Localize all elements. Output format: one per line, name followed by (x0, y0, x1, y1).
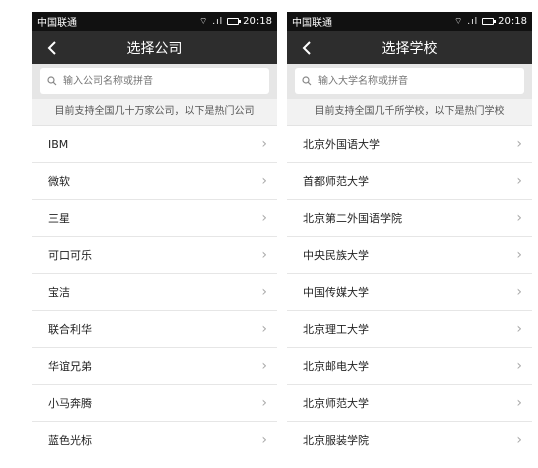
company-list: IBM › 微软 › 三星 › 可口可乐 › 宝洁 › 联合利华 › 华谊兄弟 › 小马奔腾 ›… (32, 126, 277, 457)
chevron-right-icon: › (516, 210, 522, 226)
list-item[interactable]: 北京第二外国语学院 › (287, 200, 532, 237)
list-item[interactable]: 北京邮电大学 › (287, 348, 532, 385)
chevron-right-icon: › (261, 395, 267, 411)
page-title: 选择学校 (381, 40, 438, 57)
chevron-right-icon: › (261, 136, 267, 152)
search-area (32, 64, 277, 99)
hint-text: 目前支持全国几十万家公司，以下是热门公司 (32, 99, 277, 126)
chevron-right-icon: › (261, 210, 267, 226)
list-item[interactable]: 华谊兄弟 › (32, 348, 277, 385)
chevron-right-icon: › (516, 432, 522, 448)
chevron-right-icon: › (516, 284, 522, 300)
status-bar: 中国联通 ⌔ .ıl 20:18 (287, 12, 532, 31)
search-box[interactable] (295, 68, 524, 94)
list-item[interactable]: 首都师范大学 › (287, 163, 532, 200)
chevron-right-icon: › (516, 247, 522, 263)
list-item[interactable]: 北京服装学院 › (287, 422, 532, 457)
search-icon (47, 76, 57, 86)
list-item[interactable]: 三星 › (32, 200, 277, 237)
list-item[interactable]: 可口可乐 › (32, 237, 277, 274)
list-item[interactable]: IBM › (32, 126, 277, 163)
company-selection-screen: 中国联通 ⌔ .ıl 20:18 选择公司 目前支持全国几十万家公司，以下是热门… (32, 12, 277, 457)
school-list: 北京外国语大学 › 首都师范大学 › 北京第二外国语学院 › 中央民族大学 › 中国传媒… (287, 126, 532, 457)
clock-label: 20:18 (243, 16, 272, 27)
list-item[interactable]: 微软 › (32, 163, 277, 200)
chevron-right-icon: › (261, 321, 267, 337)
chevron-right-icon: › (516, 173, 522, 189)
carrier-label: 中国联通 (292, 18, 332, 29)
chevron-right-icon: › (516, 395, 522, 411)
battery-icon (227, 18, 242, 25)
chevron-right-icon: › (516, 136, 522, 152)
list-item[interactable]: 联合利华 › (32, 311, 277, 348)
search-area (287, 64, 532, 99)
clock-label: 20:18 (498, 16, 527, 27)
list-item[interactable]: 中央民族大学 › (287, 237, 532, 274)
chevron-right-icon: › (261, 247, 267, 263)
chevron-right-icon: › (261, 432, 267, 448)
chevron-right-icon: › (261, 284, 267, 300)
signal-icon: ⌔ .ıl (198, 17, 224, 27)
list-item[interactable]: 北京师范大学 › (287, 385, 532, 422)
signal-icon: ⌔ .ıl (453, 17, 479, 27)
status-bar: 中国联通 ⌔ .ıl 20:18 (32, 12, 277, 31)
page-title: 选择公司 (126, 40, 183, 57)
list-item[interactable]: 中国传媒大学 › (287, 274, 532, 311)
chevron-right-icon: › (516, 321, 522, 337)
list-item[interactable]: 小马奔腾 › (32, 385, 277, 422)
chevron-left-icon (47, 40, 56, 55)
chevron-right-icon: › (261, 358, 267, 374)
company-search-input[interactable] (61, 74, 265, 88)
list-item[interactable]: 北京理工大学 › (287, 311, 532, 348)
chevron-right-icon: › (516, 358, 522, 374)
back-button[interactable] (40, 31, 64, 64)
battery-icon (482, 18, 497, 25)
list-item[interactable]: 北京外国语大学 › (287, 126, 532, 163)
back-button[interactable] (295, 31, 319, 64)
chevron-left-icon (302, 40, 311, 55)
school-search-input[interactable] (316, 74, 520, 88)
carrier-label: 中国联通 (37, 18, 77, 29)
search-box[interactable] (40, 68, 269, 94)
list-item[interactable]: 宝洁 › (32, 274, 277, 311)
chevron-right-icon: › (261, 173, 267, 189)
title-bar: 选择学校 (287, 31, 532, 64)
list-item[interactable]: 蓝色光标 › (32, 422, 277, 457)
title-bar: 选择公司 (32, 31, 277, 64)
hint-text: 目前支持全国几千所学校，以下是热门学校 (287, 99, 532, 126)
school-selection-screen: 中国联通 ⌔ .ıl 20:18 选择学校 目前支持全国几千所学校，以下是热门学… (287, 12, 532, 457)
search-icon (302, 76, 312, 86)
